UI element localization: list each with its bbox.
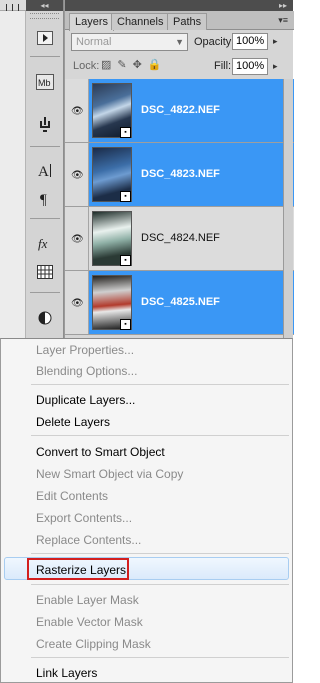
svg-text:A: A (38, 164, 49, 178)
menu-separator (31, 584, 289, 585)
smart-object-icon: ▪ (120, 255, 131, 266)
layer-context-menu: Layer Properties... Blending Options... … (0, 338, 293, 683)
lock-all-icon[interactable]: 🔒 (148, 58, 162, 71)
smart-object-icon: ▪ (120, 319, 131, 330)
lock-image-icon[interactable]: ✎ (117, 58, 126, 71)
lock-label: Lock: (73, 60, 100, 72)
eye-icon: 👁 (71, 170, 84, 181)
tab-layers[interactable]: Layers (69, 13, 115, 31)
menu-item-export-contents[interactable]: Export Contents... (36, 511, 132, 525)
menu-item-enable-layer-mask[interactable]: Enable Layer Mask (36, 593, 139, 607)
play-actions-icon[interactable] (32, 26, 58, 50)
visibility-toggle[interactable]: 👁 (65, 271, 89, 334)
svg-text:¶: ¶ (40, 192, 47, 206)
visibility-toggle[interactable]: 👁 (65, 79, 89, 142)
panel-tab-bar: Layers Channels Paths ▾≡ (65, 11, 294, 31)
panel-expand-bar[interactable]: ▸▸ (65, 0, 293, 11)
tab-channels[interactable]: Channels (111, 13, 170, 30)
fill-label: Fill: (214, 60, 232, 72)
layer-row[interactable]: 👁 ▪ DSC_4825.NEF (65, 271, 294, 335)
menu-item-edit-contents[interactable]: Edit Contents (36, 489, 108, 503)
layer-row[interactable]: 👁 ▪ DSC_4824.NEF (65, 207, 294, 271)
paragraph-icon[interactable]: ¶ (32, 186, 58, 210)
layer-name[interactable]: DSC_4823.NEF (141, 168, 220, 180)
document-canvas-edge (0, 0, 26, 338)
tab-paths[interactable]: Paths (167, 13, 208, 30)
dock-grip[interactable] (30, 13, 59, 19)
menu-item-link-layers[interactable]: Link Layers (36, 666, 97, 680)
panel-icon-dock: ◂◂ Mb A ¶ fx (26, 0, 64, 338)
panel-menu-icon[interactable]: ▾≡ (278, 15, 288, 26)
dock-collapse-bar[interactable]: ◂◂ (26, 0, 63, 11)
layer-name[interactable]: DSC_4822.NEF (141, 104, 220, 116)
eye-icon: 👁 (71, 298, 84, 309)
character-icon[interactable]: A (32, 158, 58, 182)
visibility-toggle[interactable]: 👁 (65, 143, 89, 206)
visibility-toggle[interactable]: 👁 (65, 207, 89, 270)
opacity-slider-arrow-icon[interactable]: ▸ (273, 36, 278, 47)
swatches-grid-icon[interactable] (32, 260, 58, 284)
lock-position-icon[interactable]: ✥ (133, 58, 142, 71)
menu-separator (31, 657, 289, 658)
smart-object-icon: ▪ (120, 191, 131, 202)
layer-row[interactable]: 👁 ▪ DSC_4822.NEF (65, 79, 294, 143)
fill-field[interactable]: 100% (232, 58, 268, 75)
layer-name[interactable]: DSC_4824.NEF (141, 232, 220, 244)
menu-item-duplicate-layers[interactable]: Duplicate Layers... (36, 393, 135, 407)
menu-item-new-smart-object-via-copy[interactable]: New Smart Object via Copy (36, 467, 183, 481)
smart-object-icon: ▪ (120, 127, 131, 138)
blend-mode-value: Normal (76, 36, 112, 48)
menu-item-delete-layers[interactable]: Delete Layers (36, 415, 110, 429)
menu-item-convert-to-smart-object[interactable]: Convert to Smart Object (36, 445, 165, 459)
menu-item-create-clipping-mask[interactable]: Create Clipping Mask (36, 637, 151, 651)
eye-icon: 👁 (71, 234, 84, 245)
eye-icon: 👁 (71, 106, 84, 117)
lock-transparent-icon[interactable]: ▨ (101, 58, 111, 71)
adjustments-icon[interactable] (32, 306, 58, 330)
styles-fx-icon[interactable]: fx (32, 231, 58, 255)
opacity-field[interactable]: 100% (232, 33, 268, 50)
menu-separator (31, 553, 289, 554)
menu-separator (31, 384, 289, 385)
layer-list-scrollbar[interactable] (283, 79, 293, 338)
layer-name[interactable]: DSC_4825.NEF (141, 296, 220, 308)
menu-item-layer-properties[interactable]: Layer Properties... (36, 343, 134, 357)
menu-item-enable-vector-mask[interactable]: Enable Vector Mask (36, 615, 143, 629)
layer-row[interactable]: 👁 ▪ DSC_4823.NEF (65, 143, 294, 207)
blend-mode-select[interactable]: Normal ▼ (71, 33, 188, 51)
annotation-highlight-box (27, 558, 129, 580)
chevron-down-icon: ▼ (175, 37, 184, 47)
layer-list: 👁 ▪ DSC_4822.NEF 👁 ▪ DSC_4823.NEF 👁 ▪ DS… (65, 79, 294, 335)
lock-controls: ▨ ✎ ✥ 🔒 (101, 58, 162, 71)
menu-item-blending-options[interactable]: Blending Options... (36, 364, 137, 378)
clone-source-icon[interactable] (32, 112, 58, 136)
menu-separator (31, 435, 289, 436)
fill-slider-arrow-icon[interactable]: ▸ (273, 61, 278, 72)
opacity-label: Opacity: (194, 36, 235, 48)
svg-text:fx: fx (38, 236, 48, 251)
layers-panel: ▸▸ Layers Channels Paths ▾≡ Normal ▼ Opa… (64, 0, 294, 338)
mini-bridge-icon[interactable]: Mb (32, 70, 58, 94)
ruler (0, 0, 26, 11)
svg-text:Mb: Mb (38, 78, 51, 88)
menu-item-replace-contents[interactable]: Replace Contents... (36, 533, 141, 547)
